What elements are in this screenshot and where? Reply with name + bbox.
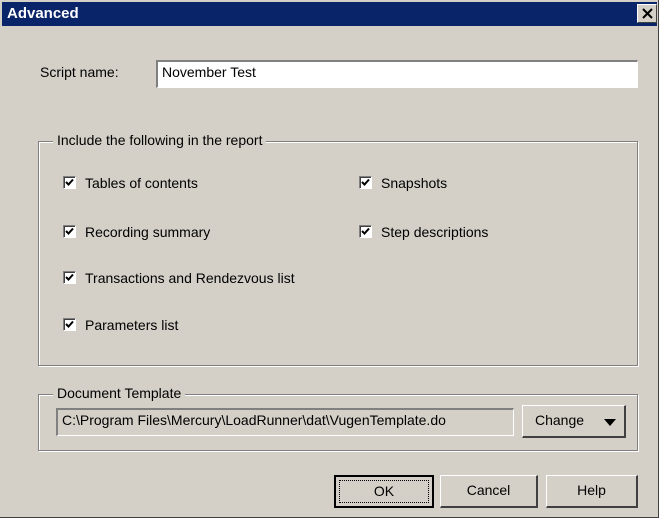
cancel-button[interactable]: Cancel xyxy=(440,475,538,508)
checkmark-icon xyxy=(361,227,370,235)
change-button[interactable]: Change xyxy=(522,405,626,438)
checkbox-label: Step descriptions xyxy=(381,224,489,240)
title-bar[interactable]: Advanced xyxy=(2,2,657,26)
change-button-label: Change xyxy=(535,412,585,428)
checkbox-box[interactable] xyxy=(63,271,76,284)
checkbox-label: Snapshots xyxy=(381,175,448,191)
checkbox-box[interactable] xyxy=(359,225,372,238)
script-name-label: Script name: xyxy=(40,64,119,80)
checkbox-box[interactable] xyxy=(63,318,76,331)
checkmark-icon xyxy=(65,178,74,186)
template-path-field[interactable]: C:\Program Files\Mercury\LoadRunner\dat\… xyxy=(56,408,514,436)
checkbox-label: Parameters list xyxy=(85,317,179,333)
help-button-label: Help xyxy=(577,482,606,498)
checkbox-label: Tables of contents xyxy=(85,175,198,191)
report-options-legend: Include the following in the report xyxy=(53,132,267,148)
ok-button[interactable]: OK xyxy=(334,475,434,508)
help-button[interactable]: Help xyxy=(546,475,638,508)
checkbox-label: Recording summary xyxy=(85,224,211,240)
close-button[interactable] xyxy=(637,4,657,23)
checkmark-icon xyxy=(65,227,74,235)
focus-rectangle xyxy=(339,480,429,503)
checkbox-label: Transactions and Rendezvous list xyxy=(85,270,295,286)
triangle-down-icon xyxy=(604,419,616,426)
checkbox-box[interactable] xyxy=(359,176,372,189)
checkmark-icon xyxy=(65,273,74,281)
checkbox-box[interactable] xyxy=(63,225,76,238)
checkmark-icon xyxy=(65,320,74,328)
advanced-dialog: Advanced Script name: November Test Incl… xyxy=(0,0,659,518)
checkmark-icon xyxy=(361,178,370,186)
dialog-title: Advanced xyxy=(7,5,79,22)
script-name-input[interactable]: November Test xyxy=(156,60,638,88)
checkbox-box[interactable] xyxy=(63,176,76,189)
close-icon xyxy=(642,8,653,19)
cancel-button-label: Cancel xyxy=(466,482,511,498)
document-template-legend: Document Template xyxy=(53,385,186,401)
